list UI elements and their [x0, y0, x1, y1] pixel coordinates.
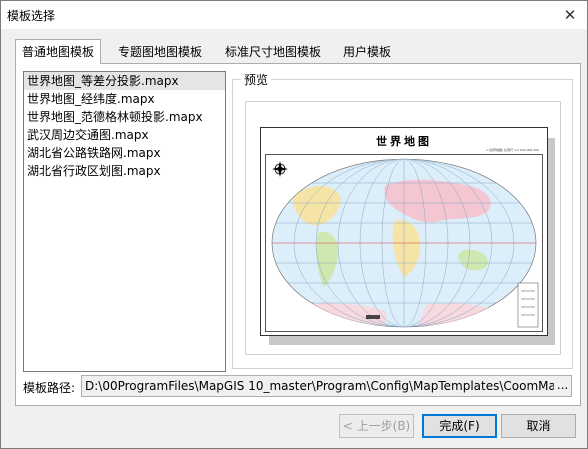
preview-group: 预览 世界地图 1:(世界地图) 比例尺 1:2 000 000 000 [232, 71, 573, 369]
template-item[interactable]: 世界地图_等差分投影.mapx [24, 72, 225, 90]
world-map-image [265, 154, 543, 332]
tab-user-templates[interactable]: 用户模板 [337, 41, 397, 63]
tab-panel: 世界地图_等差分投影.mapx 世界地图_经纬度.mapx 世界地图_范德格林顿… [15, 63, 581, 406]
close-icon[interactable]: ✕ [553, 1, 587, 29]
tab-standard-size-templates[interactable]: 标准尺寸地图模板 [219, 41, 327, 63]
template-list[interactable]: 世界地图_等差分投影.mapx 世界地图_经纬度.mapx 世界地图_范德格林顿… [23, 71, 226, 372]
world-map-graphic [271, 158, 539, 328]
template-select-dialog: 模板选择 ✕ 普通地图模板 专题图地图模板 标准尺寸地图模板 用户模板 世界地图… [0, 0, 588, 449]
prev-step-button[interactable]: < 上一步(B) [339, 414, 414, 438]
tab-thematic-templates[interactable]: 专题图地图模板 [112, 41, 208, 63]
finish-button[interactable]: 完成(F) [422, 414, 497, 438]
template-item[interactable]: 世界地图_经纬度.mapx [24, 90, 225, 108]
title-bar: 模板选择 ✕ [1, 1, 587, 29]
template-item[interactable]: 武汉周边交通图.mapx [24, 126, 225, 144]
cancel-button[interactable]: 取消 [501, 414, 576, 438]
template-item[interactable]: 湖北省公路铁路网.mapx [24, 144, 225, 162]
dialog-title: 模板选择 [7, 9, 56, 23]
preview-label: 预览 [241, 71, 272, 88]
template-item[interactable]: 湖北省行政区划图.mapx [24, 162, 225, 180]
map-subtitle: 1:(世界地图) 比例尺 1:2 000 000 000 [485, 148, 539, 152]
path-label: 模板路径: [23, 381, 76, 395]
preview-area: 世界地图 1:(世界地图) 比例尺 1:2 000 000 000 [245, 101, 561, 355]
template-item[interactable]: 世界地图_范德格林顿投影.mapx [24, 108, 225, 126]
browse-button[interactable]: ... [554, 376, 571, 394]
tab-common-templates[interactable]: 普通地图模板 [15, 39, 102, 64]
template-path-field[interactable]: D:\00ProgramFiles\MapGIS 10_master\Progr… [81, 375, 572, 397]
map-thumbnail: 世界地图 1:(世界地图) 比例尺 1:2 000 000 000 [260, 127, 548, 336]
compass-icon [272, 161, 288, 177]
map-title: 世界地图 [376, 135, 432, 148]
